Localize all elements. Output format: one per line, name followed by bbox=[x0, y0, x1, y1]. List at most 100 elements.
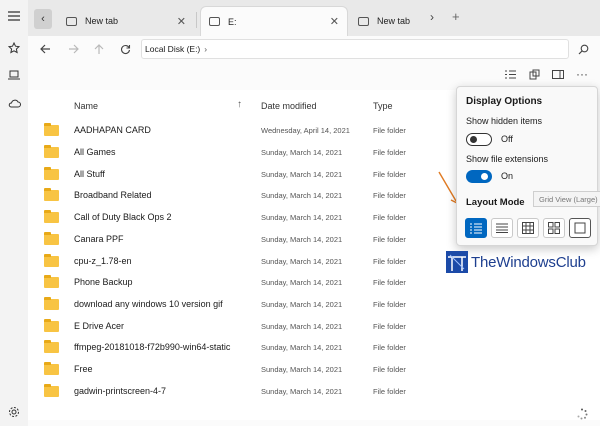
file-row[interactable]: Phone Backup Sunday, March 14, 2021 File… bbox=[28, 271, 458, 292]
file-date: Sunday, March 14, 2021 bbox=[261, 322, 343, 331]
close-icon[interactable]: ✕ bbox=[177, 15, 186, 28]
close-icon[interactable]: ✕ bbox=[330, 15, 339, 28]
preview-pane-icon[interactable] bbox=[550, 66, 566, 82]
folder-icon bbox=[44, 340, 59, 353]
tab-e-drive[interactable]: E: ✕ bbox=[200, 6, 348, 36]
tiles-view-icon bbox=[496, 223, 508, 233]
favorites-star-icon[interactable] bbox=[6, 40, 22, 56]
more-options-icon[interactable]: ··· bbox=[574, 66, 590, 82]
file-row[interactable]: cpu-z_1.78-en Sunday, March 14, 2021 Fil… bbox=[28, 250, 458, 271]
file-name: Broadband Related bbox=[74, 190, 152, 200]
watermark: TheWindowsClub bbox=[446, 251, 586, 273]
back-arrow-icon[interactable] bbox=[36, 40, 54, 58]
file-date: Wednesday, April 14, 2021 bbox=[261, 126, 350, 135]
file-name: Canara PPF bbox=[74, 234, 124, 244]
forward-arrow-icon[interactable] bbox=[64, 40, 82, 58]
layout-grid-small-button[interactable] bbox=[517, 218, 539, 238]
file-date: Sunday, March 14, 2021 bbox=[261, 213, 343, 222]
file-row[interactable]: ffmpeg-20181018-f72b990-win64-static Sun… bbox=[28, 336, 458, 357]
search-icon[interactable] bbox=[574, 40, 592, 58]
toggle-knob bbox=[470, 136, 477, 143]
file-name: Phone Backup bbox=[74, 277, 133, 287]
tab-scroll-left-button[interactable]: ‹ bbox=[34, 9, 52, 29]
grid-large-icon bbox=[574, 222, 586, 234]
layout-details-button[interactable] bbox=[465, 218, 487, 238]
file-type: File folder bbox=[373, 126, 406, 135]
cloud-icon[interactable] bbox=[6, 95, 22, 111]
folder-icon bbox=[44, 210, 59, 223]
watermark-logo-icon bbox=[446, 251, 468, 273]
file-type: File folder bbox=[373, 257, 406, 266]
tab-label: New tab bbox=[377, 16, 411, 26]
tab-label: New tab bbox=[85, 16, 119, 26]
file-name: Free bbox=[74, 364, 93, 374]
layout-toggle-icon[interactable] bbox=[502, 66, 518, 82]
file-name: cpu-z_1.78-en bbox=[74, 256, 132, 266]
toggle-knob bbox=[481, 173, 488, 180]
menu-icon[interactable] bbox=[6, 8, 22, 24]
up-arrow-icon[interactable] bbox=[90, 40, 108, 58]
file-name: ffmpeg-20181018-f72b990-win64-static bbox=[74, 342, 231, 352]
file-type: File folder bbox=[373, 343, 406, 352]
folder-icon bbox=[44, 362, 59, 375]
layout-grid-large-button[interactable] bbox=[569, 218, 591, 238]
tab-label: E: bbox=[228, 16, 237, 27]
file-date: Sunday, March 14, 2021 bbox=[261, 148, 343, 157]
file-type: File folder bbox=[373, 148, 406, 157]
column-header-name[interactable]: Name bbox=[74, 101, 98, 111]
file-type: File folder bbox=[373, 278, 406, 287]
folder-icon bbox=[44, 232, 59, 245]
show-hidden-items-label: Show hidden items bbox=[466, 116, 543, 126]
tab-scroll-right-icon[interactable]: › bbox=[430, 10, 434, 24]
file-name: All Stuff bbox=[74, 169, 105, 179]
file-row[interactable]: download any windows 10 version gif Sund… bbox=[28, 293, 458, 314]
folder-icon bbox=[44, 384, 59, 397]
tab-divider bbox=[196, 12, 197, 28]
folder-icon bbox=[44, 123, 59, 136]
file-date: Sunday, March 14, 2021 bbox=[261, 170, 343, 179]
flyout-title: Display Options bbox=[466, 96, 543, 107]
tab-new-2[interactable]: New tab bbox=[350, 6, 426, 36]
show-file-extensions-toggle[interactable] bbox=[466, 170, 492, 183]
column-header-date[interactable]: Date modified bbox=[261, 101, 317, 111]
loading-spinner-icon bbox=[577, 408, 588, 420]
refresh-icon[interactable] bbox=[116, 40, 134, 58]
tab-new-1[interactable]: New tab ✕ bbox=[58, 6, 194, 36]
file-row[interactable]: Call of Duty Black Ops 2 Sunday, March 1… bbox=[28, 206, 458, 227]
folder-icon bbox=[44, 319, 59, 332]
file-date: Sunday, March 14, 2021 bbox=[261, 343, 343, 352]
file-row[interactable]: AADHAPAN CARD Wednesday, April 14, 2021 … bbox=[28, 119, 458, 140]
file-type: File folder bbox=[373, 170, 406, 179]
details-view-icon bbox=[470, 223, 482, 233]
add-tab-icon[interactable]: + bbox=[452, 9, 460, 24]
file-date: Sunday, March 14, 2021 bbox=[261, 257, 343, 266]
chevron-right-icon[interactable]: › bbox=[204, 44, 207, 54]
address-path: Local Disk (E:) bbox=[145, 44, 201, 54]
sort-ascending-icon[interactable]: ↑ bbox=[237, 99, 242, 110]
file-row[interactable]: Broadband Related Sunday, March 14, 2021… bbox=[28, 184, 458, 205]
file-row[interactable]: Canara PPF Sunday, March 14, 2021 File f… bbox=[28, 228, 458, 249]
folder-icon bbox=[44, 145, 59, 158]
file-row[interactable]: E Drive Acer Sunday, March 14, 2021 File… bbox=[28, 315, 458, 336]
display-options-icon[interactable] bbox=[526, 66, 542, 82]
file-row[interactable]: gadwin-printscreen-4-7 Sunday, March 14,… bbox=[28, 380, 458, 401]
this-pc-icon[interactable] bbox=[6, 67, 22, 83]
show-file-extensions-state: On bbox=[501, 171, 514, 181]
address-bar[interactable]: Local Disk (E:) › bbox=[141, 39, 569, 59]
file-row[interactable]: Free Sunday, March 14, 2021 File folder bbox=[28, 358, 458, 379]
show-hidden-items-toggle[interactable] bbox=[466, 133, 492, 146]
layout-grid-medium-button[interactable] bbox=[543, 218, 565, 238]
folder-icon bbox=[44, 254, 59, 267]
column-header-type[interactable]: Type bbox=[373, 101, 393, 111]
file-date: Sunday, March 14, 2021 bbox=[261, 300, 343, 309]
tab-window-icon bbox=[66, 16, 77, 26]
layout-tiles-button[interactable] bbox=[491, 218, 513, 238]
settings-gear-icon[interactable] bbox=[6, 404, 22, 420]
file-date: Sunday, March 14, 2021 bbox=[261, 191, 343, 200]
file-row[interactable]: All Stuff Sunday, March 14, 2021 File fo… bbox=[28, 163, 458, 184]
folder-icon bbox=[44, 188, 59, 201]
file-type: File folder bbox=[373, 365, 406, 374]
grid-medium-icon bbox=[548, 222, 560, 234]
file-row[interactable]: All Games Sunday, March 14, 2021 File fo… bbox=[28, 141, 458, 162]
layout-tooltip: Grid View (Large) bbox=[533, 191, 600, 207]
